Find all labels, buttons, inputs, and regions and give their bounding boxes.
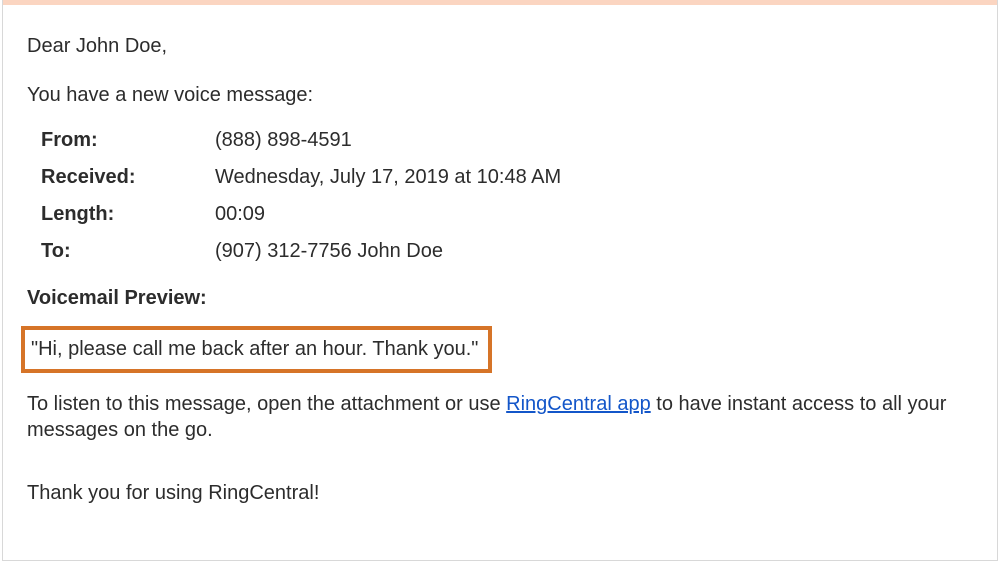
intro-text: You have a new voice message: (27, 82, 973, 109)
detail-row-from: From: (888) 898-4591 (41, 127, 973, 154)
email-content: Dear John Doe, You have a new voice mess… (3, 5, 997, 525)
email-container: Dear John Doe, You have a new voice mess… (2, 0, 998, 561)
length-value: 00:09 (215, 201, 973, 228)
received-value: Wednesday, July 17, 2019 at 10:48 AM (215, 164, 973, 191)
details-table: From: (888) 898-4591 Received: Wednesday… (27, 127, 973, 265)
length-label: Length: (41, 201, 215, 228)
received-label: Received: (41, 164, 215, 191)
to-value: (907) 312-7756 John Doe (215, 238, 973, 265)
from-value: (888) 898-4591 (215, 127, 973, 154)
thanks-text: Thank you for using RingCentral! (27, 480, 973, 507)
from-label: From: (41, 127, 215, 154)
instruction-pre: To listen to this message, open the atta… (27, 393, 506, 415)
detail-row-length: Length: 00:09 (41, 201, 973, 228)
voicemail-preview-box: "Hi, please call me back after an hour. … (21, 326, 492, 373)
ringcentral-app-link[interactable]: RingCentral app (506, 393, 651, 415)
voicemail-preview-heading: Voicemail Preview: (27, 285, 973, 312)
detail-row-to: To: (907) 312-7756 John Doe (41, 238, 973, 265)
instruction-text: To listen to this message, open the atta… (27, 391, 973, 444)
greeting-text: Dear John Doe, (27, 33, 973, 60)
to-label: To: (41, 238, 215, 265)
detail-row-received: Received: Wednesday, July 17, 2019 at 10… (41, 164, 973, 191)
voicemail-preview-text: "Hi, please call me back after an hour. … (31, 338, 478, 360)
